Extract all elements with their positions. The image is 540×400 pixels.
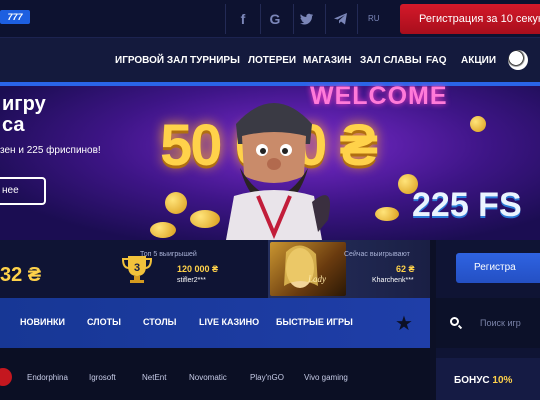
nav-item-game-hall[interactable]: ИГРОВОЙ ЗАЛ <box>115 55 188 66</box>
nav-item-hall-of-fame[interactable]: ЗАЛ СЛАВЫ <box>360 55 422 66</box>
provider-novomatic[interactable]: Novomatic <box>189 373 227 382</box>
providers-bar: Endorphina Igrosoft NetEnt Novomatic Pla… <box>0 348 430 400</box>
tab-slots[interactable]: СЛОТЫ <box>87 317 121 327</box>
top-win-amount: 120 000 ₴ <box>177 264 219 274</box>
search-icon[interactable] <box>450 317 459 326</box>
coin-decoration <box>470 116 486 132</box>
hero-title: игру са <box>2 93 46 136</box>
provider-vivo-gaming[interactable]: Vivo gaming <box>304 373 348 382</box>
coin-decoration <box>375 207 399 221</box>
register-button[interactable]: Регистрация за 10 секунд <box>400 4 540 34</box>
mascot-character-image <box>226 103 330 240</box>
slot-game-thumbnail[interactable]: Lady <box>270 242 346 296</box>
coin-decoration <box>150 222 176 238</box>
divider <box>260 4 261 34</box>
divider <box>225 4 226 34</box>
nav-item-shop[interactable]: МАГАЗИН <box>303 55 352 66</box>
tab-live-casino[interactable]: LIVE КАЗИНО <box>199 317 259 327</box>
current-winners-block[interactable]: Lady Сейчас выигрывают 62 ₴ Kharchenk*** <box>268 240 430 298</box>
twitter-icon[interactable] <box>296 8 318 30</box>
top-winners-block[interactable]: Топ 5 выигрышей 3 120 000 ₴ stifler2*** <box>112 240 267 298</box>
telegram-icon[interactable] <box>330 8 352 30</box>
current-winners-label: Сейчас выигрывают <box>344 251 410 258</box>
tab-new[interactable]: НОВИНКИ <box>20 317 65 327</box>
trophy-rank: 3 <box>134 262 140 274</box>
nav-item-faq[interactable]: FAQ <box>426 55 447 66</box>
nav-item-promotions[interactable]: АКЦИИ <box>461 55 496 66</box>
language-switch[interactable]: RU <box>368 14 380 23</box>
hero-more-button[interactable]: нее <box>0 177 46 205</box>
top-win-user: stifler2*** <box>177 277 206 284</box>
welcome-text: WELCOME <box>310 82 448 110</box>
provider-endorphina[interactable]: Endorphina <box>27 373 68 382</box>
google-icon[interactable]: G <box>264 8 286 30</box>
search-input[interactable]: Поиск игр <box>480 318 521 328</box>
trophy-icon: 3 <box>122 256 152 283</box>
bonus-label: БОНУС 10% <box>454 375 513 386</box>
divider <box>357 4 358 34</box>
divider <box>293 4 294 34</box>
divider <box>325 4 326 34</box>
right-sidebar: Регистра Поиск игр БОНУС 10% <box>436 240 540 400</box>
provider-active-indicator[interactable] <box>0 368 12 386</box>
game-category-nav: НОВИНКИ СЛОТЫ СТОЛЫ LIVE КАЗИНО БЫСТРЫЕ … <box>0 298 430 348</box>
hero-banner[interactable]: игру са зен и 225 фриспинов! нее WELCOME… <box>0 82 540 240</box>
site-logo[interactable]: 777 <box>0 10 30 24</box>
tab-fast-games[interactable]: БЫСТРЫЕ ИГРЫ <box>276 317 353 327</box>
soccer-ball-icon[interactable] <box>508 50 528 70</box>
main-nav: ИГРОВОЙ ЗАЛ ТУРНИРЫ ЛОТЕРЕИ МАГАЗИН ЗАЛ … <box>0 38 540 82</box>
current-win-amount: 62 ₴ <box>396 264 415 274</box>
provider-playngo[interactable]: Play'nGO <box>250 373 284 382</box>
hero-subtitle: зен и 225 фриспинов! <box>0 145 101 156</box>
bonus-banner[interactable]: БОНУС 10% <box>436 358 540 400</box>
jackpot-amount: 32 ₴ <box>0 264 42 286</box>
tab-tables[interactable]: СТОЛЫ <box>143 317 176 327</box>
provider-netent[interactable]: NetEnt <box>142 373 166 382</box>
favorites-star-icon[interactable]: ★ <box>395 311 413 336</box>
top-bar: 777 f G RU Регистрация за 10 секунд <box>0 0 540 38</box>
facebook-icon[interactable]: f <box>232 8 254 30</box>
provider-igrosoft[interactable]: Igrosoft <box>89 373 116 382</box>
coin-decoration <box>165 192 187 214</box>
current-win-user: Kharchenk*** <box>372 277 414 284</box>
sidebar-register-button[interactable]: Регистра <box>456 253 540 283</box>
nav-item-lotteries[interactable]: ЛОТЕРЕИ <box>248 55 296 66</box>
freespins-text: 225 FS <box>412 186 522 224</box>
coin-decoration <box>190 210 220 228</box>
stats-strip: 32 ₴ Топ 5 выигрышей 3 120 000 ₴ stifler… <box>0 240 430 298</box>
game-search[interactable]: Поиск игр <box>436 298 540 348</box>
nav-item-tournaments[interactable]: ТУРНИРЫ <box>190 55 240 66</box>
svg-text:Lady: Lady <box>307 274 326 284</box>
